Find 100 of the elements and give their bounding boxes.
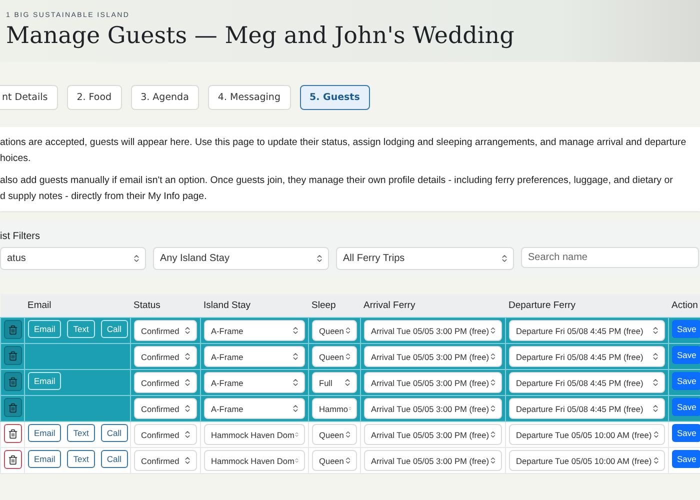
arrival-select[interactable]: Arrival Tue 05/05 3:00 PM (free)	[364, 450, 502, 471]
sleep-select[interactable]: Queen	[312, 424, 357, 445]
trash-icon	[8, 350, 18, 360]
trash-icon	[8, 376, 18, 386]
chevron-updown-icon	[343, 378, 352, 387]
chevron-updown-icon	[291, 352, 300, 361]
trash-icon	[8, 428, 18, 438]
stay-select[interactable]: A-Frame	[204, 398, 305, 419]
chevron-updown-icon	[489, 352, 497, 361]
contact-button[interactable]: Call	[100, 450, 128, 468]
stay-select[interactable]: Hammock Haven Dom	[204, 450, 305, 471]
search-field[interactable]: Search name	[521, 247, 699, 268]
chevron-updown-icon	[651, 326, 660, 335]
departure-select[interactable]: Departure Fri 05/08 4:45 PM (free)	[509, 320, 665, 341]
column-header: Arrival Ferry	[360, 294, 506, 318]
sleep-select[interactable]: Queen	[312, 450, 357, 471]
contact-button[interactable]: Text	[67, 424, 95, 442]
stay-select[interactable]: A-Frame	[204, 372, 305, 393]
status-select[interactable]: Confirmed	[134, 320, 197, 341]
chevron-updown-icon	[183, 352, 192, 361]
save-button[interactable]: Save	[672, 372, 700, 390]
guest-row[interactable]: Email Text Call Confirmed A-Frame Queen Arrival Tue 05/05 3:00 PM (free) Departure Fri 05/08 4:45 PM (free) Save	[0, 318, 700, 344]
status-select[interactable]: Confirmed	[134, 450, 197, 471]
chevron-updown-icon	[183, 326, 192, 335]
filters-label: ist Filters	[0, 231, 41, 242]
chevron-updown-icon	[652, 456, 660, 465]
column-header: Departure Ferry	[506, 294, 668, 318]
column-header: Status	[130, 294, 200, 318]
contact-button[interactable]: Email	[28, 450, 62, 468]
departure-select[interactable]: Departure Fri 05/08 4:45 PM (free)	[509, 346, 665, 367]
column-header: Sleep	[308, 294, 360, 318]
delete-button[interactable]	[4, 424, 22, 443]
contact-button[interactable]: Email	[28, 424, 62, 442]
stay-select[interactable]: A-Frame	[204, 346, 305, 367]
status-select[interactable]: Confirmed	[134, 424, 197, 445]
intro-paragraph: also add guests manually if email isn't an option. Once guests join, they manage their own profile details - including ferry preferences, luggage, and dietary or d supply notes - directly from their My Info page.	[0, 174, 674, 204]
arrival-select[interactable]: Arrival Tue 05/05 3:00 PM (free)	[364, 398, 502, 419]
status-select[interactable]: Confirmed	[134, 372, 197, 393]
chevron-updown-icon	[315, 254, 324, 263]
save-button[interactable]: Save	[672, 424, 700, 442]
step-tab[interactable]: 3. Agenda	[130, 85, 199, 110]
sleep-select[interactable]: Queen	[312, 320, 357, 341]
departure-select[interactable]: Departure Fri 05/08 4:45 PM (free)	[509, 398, 665, 419]
arrival-select[interactable]: Arrival Tue 05/05 3:00 PM (free)	[364, 320, 502, 341]
arrival-select[interactable]: Arrival Tue 05/05 3:00 PM (free)	[364, 424, 502, 445]
save-button[interactable]: Save	[672, 450, 700, 468]
arrival-select[interactable]: Arrival Tue 05/05 3:00 PM (free)	[364, 346, 502, 367]
departure-select[interactable]: Departure Fri 05/08 4:45 PM (free)	[509, 372, 665, 393]
guest-row[interactable]: Email Confirmed A-Frame Full Arrival Tue 05/05 3:00 PM (free) Departure Fri 05/08 4:45 PM (free) Save	[0, 370, 700, 396]
column-header: Email	[24, 294, 130, 318]
step-tab[interactable]: 5. Guests	[300, 85, 370, 110]
chevron-updown-icon	[183, 430, 192, 439]
arrival-select[interactable]: Arrival Tue 05/05 3:00 PM (free)	[364, 372, 502, 393]
chevron-updown-icon	[489, 430, 497, 439]
chevron-updown-icon	[651, 404, 660, 413]
intro-paragraph: ations are accepted, guests will appear here. Use this page to update their status, assign lodging and sleeping arrangements, and manage arrival and departure hoices.	[0, 136, 688, 166]
trash-icon	[8, 454, 18, 464]
guest-row[interactable]: Confirmed A-Frame Hammo Arrival Tue 05/05 3:00 PM (free) Departure Fri 05/08 4:45 PM (free) Save	[0, 396, 700, 422]
chevron-updown-icon	[183, 456, 192, 465]
save-button[interactable]: Save	[672, 398, 700, 416]
chevron-updown-icon	[294, 430, 300, 439]
filter-select[interactable]: All Ferry Trips	[336, 247, 514, 270]
save-button[interactable]: Save	[672, 320, 700, 338]
page-title: Manage Guests — Meg and John's Wedding	[6, 23, 516, 49]
guest-row[interactable]: Email Text Call Confirmed Hammock Haven Dom Queen Arrival Tue 05/05 3:00 PM (free) Departure Tue 05/05 10:00 AM (free) Save	[0, 448, 700, 474]
chevron-updown-icon	[291, 378, 300, 387]
chevron-updown-icon	[489, 404, 497, 413]
chevron-updown-icon	[489, 378, 497, 387]
chevron-updown-icon	[132, 254, 141, 263]
chevron-updown-icon	[651, 352, 660, 361]
chevron-updown-icon	[183, 404, 192, 413]
stay-select[interactable]: A-Frame	[204, 320, 305, 341]
contact-button[interactable]: Call	[100, 424, 128, 442]
step-tab[interactable]: 4. Messaging	[208, 85, 290, 110]
step-tab[interactable]: nt Details	[0, 85, 58, 110]
trash-icon	[8, 324, 18, 334]
chevron-updown-icon	[489, 456, 497, 465]
chevron-updown-icon	[652, 430, 660, 439]
chevron-updown-icon	[291, 326, 300, 335]
departure-select[interactable]: Departure Tue 05/05 10:00 AM (free)	[509, 424, 665, 445]
filter-select[interactable]: Any Island Stay	[153, 247, 329, 270]
chevron-updown-icon	[291, 404, 300, 413]
chevron-updown-icon	[294, 456, 300, 465]
status-select[interactable]: Confirmed	[134, 398, 197, 419]
guest-row[interactable]: Email Text Call Confirmed Hammock Haven Dom Queen Arrival Tue 05/05 3:00 PM (free) Departure Tue 05/05 10:00 AM (free) Save	[0, 422, 700, 448]
save-button[interactable]: Save	[672, 346, 700, 364]
sleep-select[interactable]: Hammo	[312, 398, 357, 419]
delete-button[interactable]	[4, 450, 22, 469]
filter-select[interactable]: atus	[0, 247, 146, 270]
departure-select[interactable]: Departure Tue 05/05 10:00 AM (free)	[509, 450, 665, 471]
contact-button[interactable]: Text	[67, 450, 95, 468]
stay-select[interactable]: Hammock Haven Dom	[204, 424, 305, 445]
chevron-updown-icon	[344, 456, 352, 465]
sleep-select[interactable]: Queen	[312, 346, 357, 367]
chevron-updown-icon	[651, 378, 660, 387]
step-tab[interactable]: 2. Food	[66, 85, 122, 110]
guest-row[interactable]: Confirmed A-Frame Queen Arrival Tue 05/05 3:00 PM (free) Departure Fri 05/08 4:45 PM (free) Save	[0, 344, 700, 370]
chevron-updown-icon	[344, 352, 352, 361]
sleep-select[interactable]: Full	[312, 372, 357, 393]
status-select[interactable]: Confirmed	[134, 346, 197, 367]
